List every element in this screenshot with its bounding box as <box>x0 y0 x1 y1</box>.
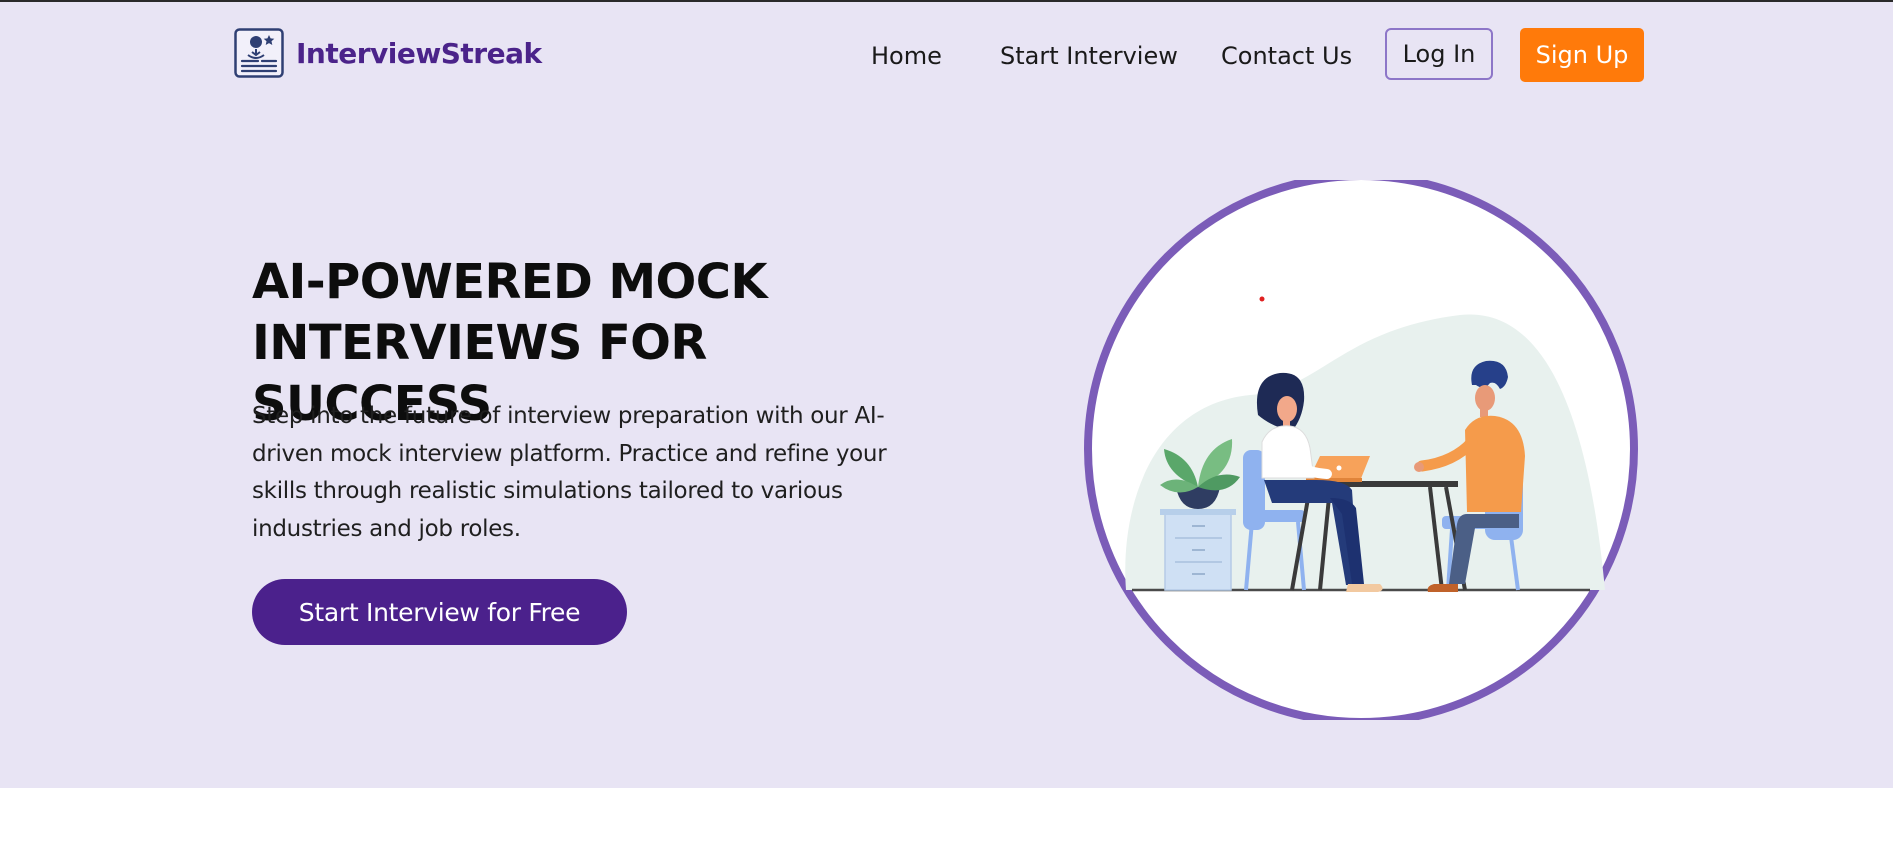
interview-logo-icon <box>234 28 284 78</box>
nav-contact-us-link[interactable]: Contact Us <box>1221 42 1352 70</box>
brand-name: InterviewStreak <box>296 36 542 70</box>
red-dot <box>1259 296 1265 302</box>
nav-start-interview-link[interactable]: Start Interview <box>1000 42 1178 70</box>
signup-button[interactable]: Sign Up <box>1520 28 1644 82</box>
start-interview-free-button[interactable]: Start Interview for Free <box>252 579 627 645</box>
login-button[interactable]: Log In <box>1385 28 1493 80</box>
nav-home-link[interactable]: Home <box>871 42 942 70</box>
brand-link[interactable]: InterviewStreak <box>234 28 542 78</box>
hero-description: Step into the future of interview prepar… <box>252 403 887 542</box>
hero-section: InterviewStreak Home Start Interview Con… <box>0 2 1893 788</box>
interview-illustration <box>1084 180 1638 720</box>
